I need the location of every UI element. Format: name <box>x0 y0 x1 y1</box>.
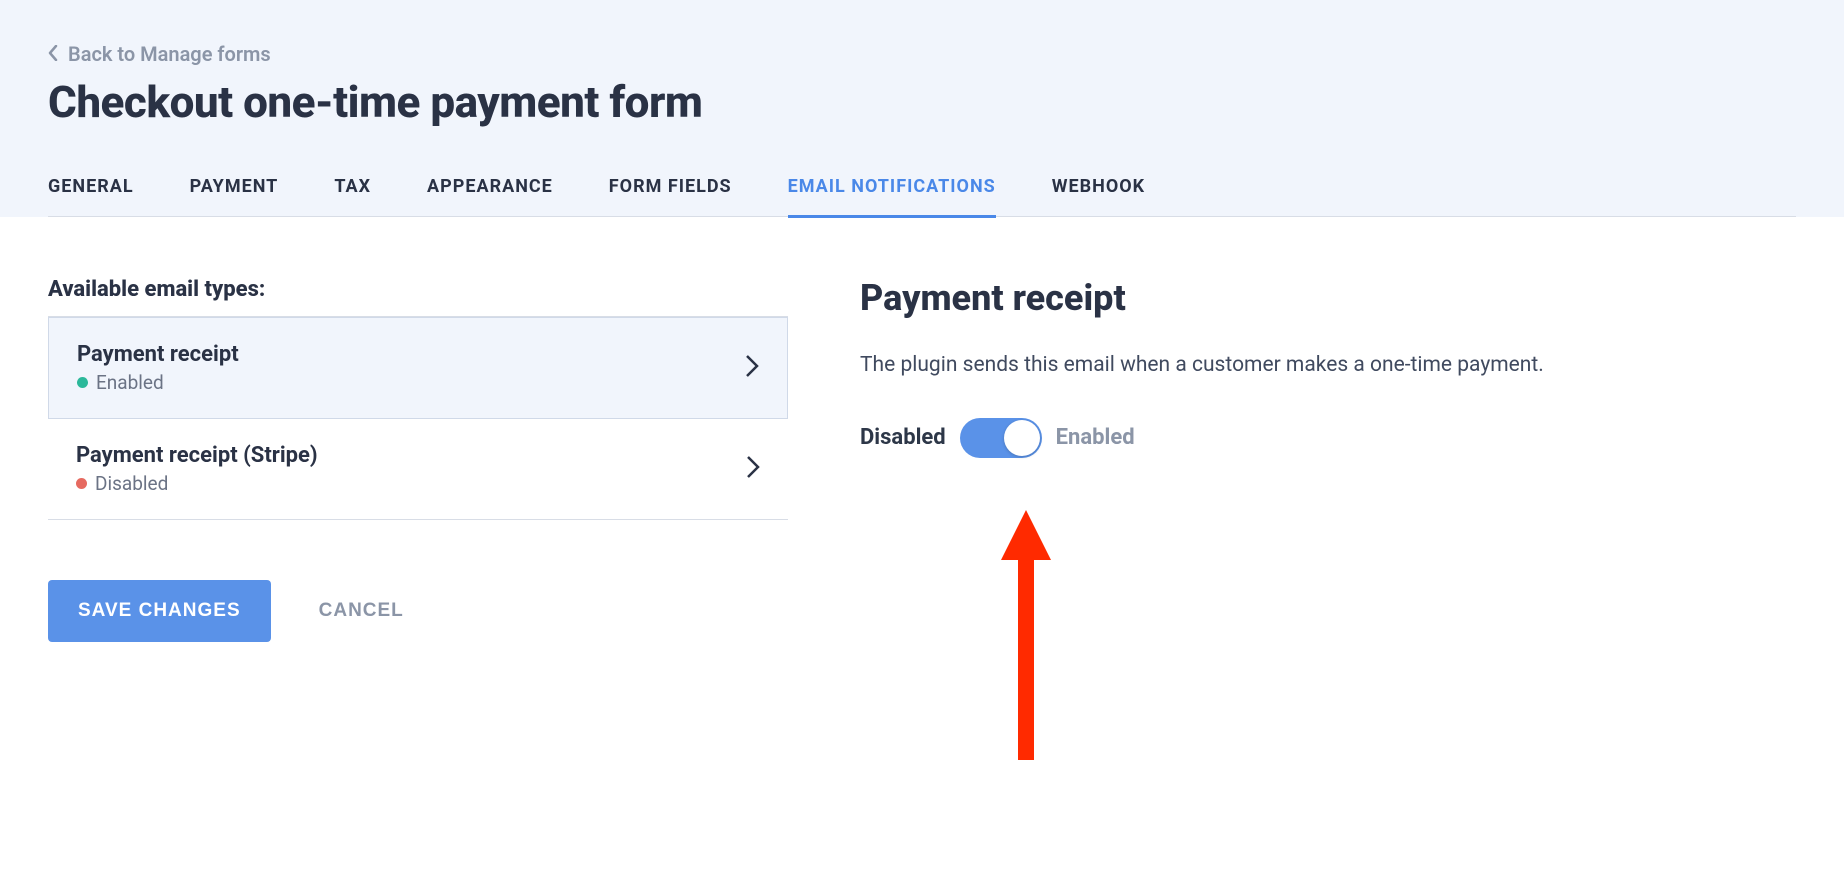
status-dot-icon <box>76 478 87 489</box>
tab-email-notifications[interactable]: EMAIL NOTIFICATIONS <box>788 176 996 218</box>
back-link-label: Back to Manage forms <box>68 42 271 66</box>
list-item-status: Enabled <box>96 371 164 394</box>
email-types-heading: Available email types: <box>48 277 788 302</box>
page-title: Checkout one-time payment form <box>48 76 1796 128</box>
back-link[interactable]: Back to Manage forms <box>48 42 1796 66</box>
toggle-knob <box>1004 420 1040 456</box>
list-item-title: Payment receipt (Stripe) <box>76 443 318 468</box>
list-item[interactable]: Payment receipt Enabled <box>48 317 788 419</box>
toggle-row: Disabled Enabled <box>860 418 1796 458</box>
tab-payment[interactable]: PAYMENT <box>190 176 279 216</box>
status-dot-icon <box>77 377 88 388</box>
chevron-right-icon <box>745 354 759 382</box>
detail-description: The plugin sends this email when a custo… <box>860 349 1796 382</box>
tab-general[interactable]: GENERAL <box>48 176 134 216</box>
cancel-button[interactable]: CANCEL <box>319 600 404 622</box>
toggle-label-disabled: Disabled <box>860 425 946 450</box>
list-item-title: Payment receipt <box>77 342 239 367</box>
tabs: GENERAL PAYMENT TAX APPEARANCE FORM FIEL… <box>48 176 1796 217</box>
tab-form-fields[interactable]: FORM FIELDS <box>609 176 732 216</box>
list-item[interactable]: Payment receipt (Stripe) Disabled <box>48 419 788 520</box>
email-types-list: Payment receipt Enabled Payment receipt … <box>48 316 788 520</box>
enabled-toggle[interactable] <box>960 418 1042 458</box>
tab-webhook[interactable]: WEBHOOK <box>1052 176 1145 216</box>
annotation-arrow-icon <box>996 510 1056 764</box>
save-button[interactable]: SAVE CHANGES <box>48 580 271 642</box>
list-item-status: Disabled <box>95 472 168 495</box>
tab-appearance[interactable]: APPEARANCE <box>427 176 553 216</box>
tab-tax[interactable]: TAX <box>334 176 371 216</box>
toggle-label-enabled: Enabled <box>1056 425 1135 450</box>
detail-title: Payment receipt <box>860 277 1796 319</box>
chevron-left-icon <box>48 42 58 66</box>
chevron-right-icon <box>746 455 760 483</box>
